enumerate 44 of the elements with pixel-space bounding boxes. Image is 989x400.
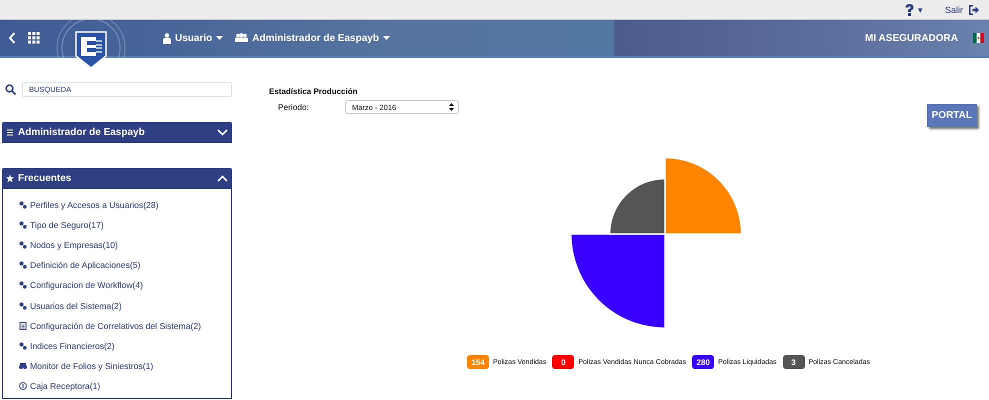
shield-logo [55,20,127,70]
count-badge: 280 [692,355,714,369]
caret-icon [382,36,390,40]
question-icon [904,4,914,16]
frequent-link[interactable]: Indices Financieros(2) [19,340,231,352]
user-icon [163,32,171,44]
frequent-link[interactable]: Nodos y Empresas(10) [19,239,231,252]
frequent-link[interactable]: Configuración de Correlativos del Sistema(2) [19,320,231,332]
help-menu[interactable]: ▾ [904,4,923,16]
document-icon [19,322,27,330]
search-icon[interactable] [5,84,16,95]
frequent-link[interactable]: Definición de Aplicaciones(5) [19,259,231,272]
frequent-link[interactable]: Monitor de Folios y Siniestros(1) [19,360,231,372]
frequent-link[interactable]: Usuarios del Sistema(2) [19,300,231,312]
menu-icon [6,128,14,137]
star-icon [6,174,14,183]
count-badge: 0 [552,355,574,369]
portal-button[interactable]: PORTAL [926,104,977,127]
frequent-link[interactable]: Tipo de Seguro(17) [19,219,231,232]
count-badge: 3 [782,355,804,369]
frequent-link[interactable]: Caja Receptora(1) [19,380,231,392]
caret-icon [216,36,224,40]
apps-grid-icon[interactable] [28,32,40,44]
flag-icon[interactable] [973,33,984,43]
count-badge: 154 [467,355,489,369]
panel-header[interactable]: Frecuentes [2,168,232,189]
header-menu[interactable]: Usuario [163,32,224,44]
logout-icon [969,4,979,14]
company-name: MI ASEGURADORA [865,32,958,44]
frequent-link[interactable]: Perfiles y Accesos a Usuarios(28) [19,199,231,211]
updown-icon [449,103,454,111]
back-icon[interactable] [8,32,16,44]
frequent-link[interactable]: Configuracion de Workflow(4) [19,279,231,292]
info-circle-icon [19,382,27,390]
logout-link[interactable]: Salir [944,4,979,14]
caret-icon: ▾ [918,4,923,14]
binoculars-icon [19,362,27,370]
panel-title: Frecuentes [18,173,72,184]
period-label: Periodo: [278,102,310,112]
section-title: Estadística Producción [269,87,358,96]
panel-title: Administrador de Easpayb [18,127,145,138]
panel-header[interactable]: Administrador de Easpayb [2,122,232,143]
users-icon [235,33,248,43]
header-menu[interactable]: Administrador de Easpayb [235,32,390,44]
